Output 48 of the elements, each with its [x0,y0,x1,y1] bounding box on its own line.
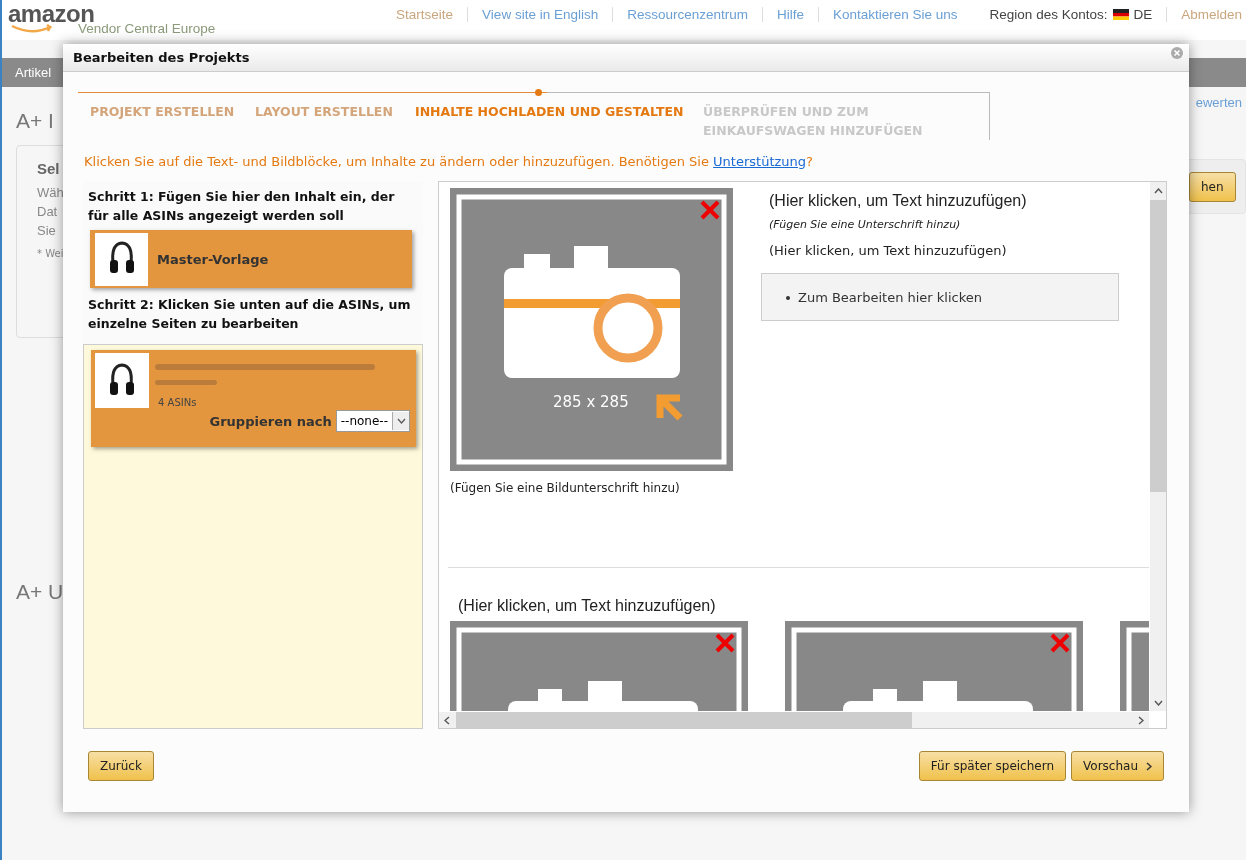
delete-icon[interactable] [1049,632,1071,654]
save-later-button[interactable]: Für später speichern [918,751,1067,781]
group-by-select[interactable]: --none-- [335,410,410,432]
instruction-text: Klicken Sie auf die Text- und Bildblöcke, um Inhalte zu ändern oder hinzuzufügen. Benötigen Sie Unterstützung? [84,154,814,169]
wizard-step: PROJEKT ERSTELLEN [78,92,243,140]
card-note: * Wei [37,248,65,259]
smile-logo-icon [10,24,54,34]
step-heading: Schritt 1: Fügen Sie hier den Inhalt ein, der für alle ASINs angezeigt werden soll [87,188,396,225]
asin-group-card[interactable]: 4 ASINs Gruppieren nach --none-- [91,350,416,447]
wizard-step: LAYOUT ERSTELLEN [243,92,403,140]
page-heading: A+ I [16,109,55,133]
asin-count: 4 ASINs [158,397,198,408]
text-subheading[interactable]: (Fügen Sie eine Unterschrift hinzu) [769,218,1119,231]
dialog-title: Bearbeiten des Projekts [73,50,250,65]
master-template-label: Master-Vorlage [157,251,269,267]
image-caption[interactable]: (Fügen Sie eine Bildunterschrift hinzu) [450,481,733,495]
scroll-down-icon[interactable] [1153,700,1163,706]
group-by-label: Gruppieren nach [209,413,332,429]
step-heading: Schritt 2: Klicken Sie unten auf die ASINs, um einzelne Seiten zu bearbeiten [87,296,412,333]
wizard-step: INHALTE HOCHLADEN UND GESTALTEN [403,92,691,140]
master-template-card[interactable]: Master-Vorlage [90,230,412,288]
horizontal-scrollbar[interactable] [439,712,1149,728]
delete-icon[interactable] [714,632,736,654]
scroll-right-icon[interactable] [1138,715,1144,725]
scroll-left-icon[interactable] [444,715,450,725]
bullet-item: Zum Bearbeiten hier klicken [786,289,983,305]
bullet-list-box[interactable]: Zum Bearbeiten hier klicken [761,273,1119,321]
text-body[interactable]: (Hier klicken, um Text hinzuzufügen) [769,243,1119,258]
card-button[interactable]: hen [1189,171,1236,202]
image-placeholder-drawing[interactable] [450,188,733,471]
preview-button[interactable]: Vorschau [1071,751,1164,781]
support-link[interactable]: Unterstützung [713,154,807,169]
page-heading: A+ U [16,580,65,604]
close-icon[interactable] [1171,47,1183,59]
scroll-up-icon[interactable] [1153,188,1163,194]
card-text: Sie [37,222,57,240]
vertical-scrollbar[interactable] [1150,182,1166,711]
delete-icon[interactable] [699,199,721,221]
region-label: Region des Kontos: [988,6,1109,22]
back-button[interactable]: Zurück [88,751,154,781]
text-heading[interactable]: (Hier klicken, um Text hinzuzufügen) [458,597,1149,615]
image-size-label: 285 x 285 [553,393,629,411]
progress-dot-icon [535,89,542,96]
region-code[interactable]: DE [1129,6,1167,22]
chevron-down-icon [396,418,406,424]
flag-icon [1113,8,1130,20]
text-heading[interactable]: (Hier klicken, um Text hinzuzufügen) [769,192,1119,210]
logo-subtitle: Vendor Central Europe [78,21,216,36]
